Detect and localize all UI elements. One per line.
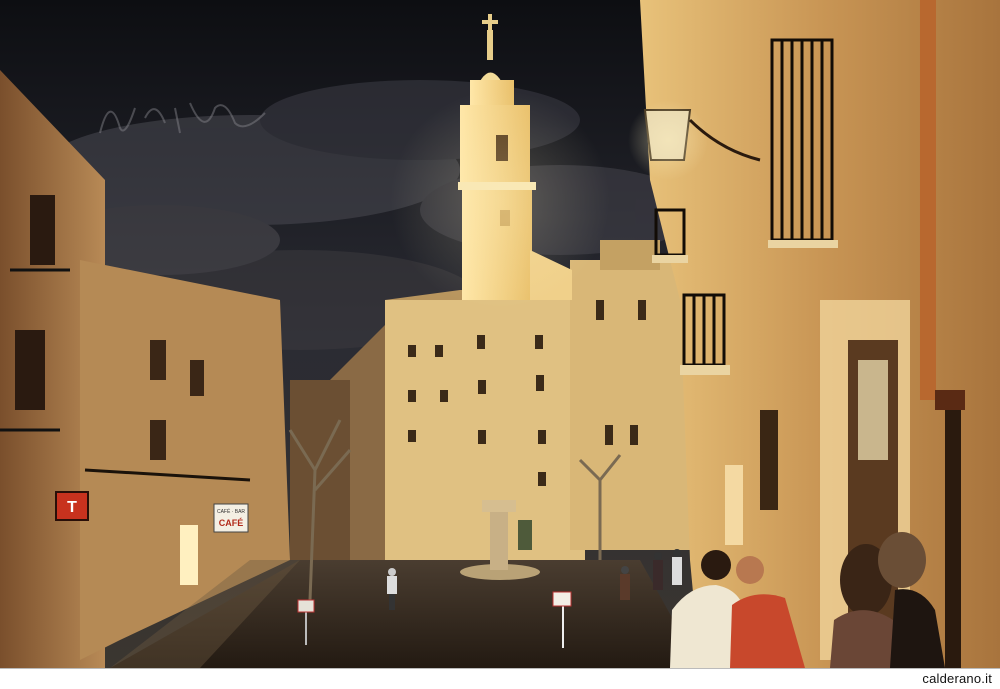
footer-bar: calderano.it (0, 668, 1000, 689)
left-wall-sign-text: T (67, 499, 77, 516)
left-wall-sign: T (55, 491, 89, 521)
cafe-sign: CAFÉ · BAR CAFÉ (213, 503, 249, 533)
night-square-photo: T CAFÉ · BAR CAFÉ (0, 0, 1000, 668)
photographer-signature (99, 102, 266, 134)
site-credit: calderano.it (922, 671, 992, 686)
cafe-sign-top-text: CAFÉ · BAR (217, 508, 245, 515)
cafe-sign-main-text: CAFÉ (219, 518, 244, 528)
